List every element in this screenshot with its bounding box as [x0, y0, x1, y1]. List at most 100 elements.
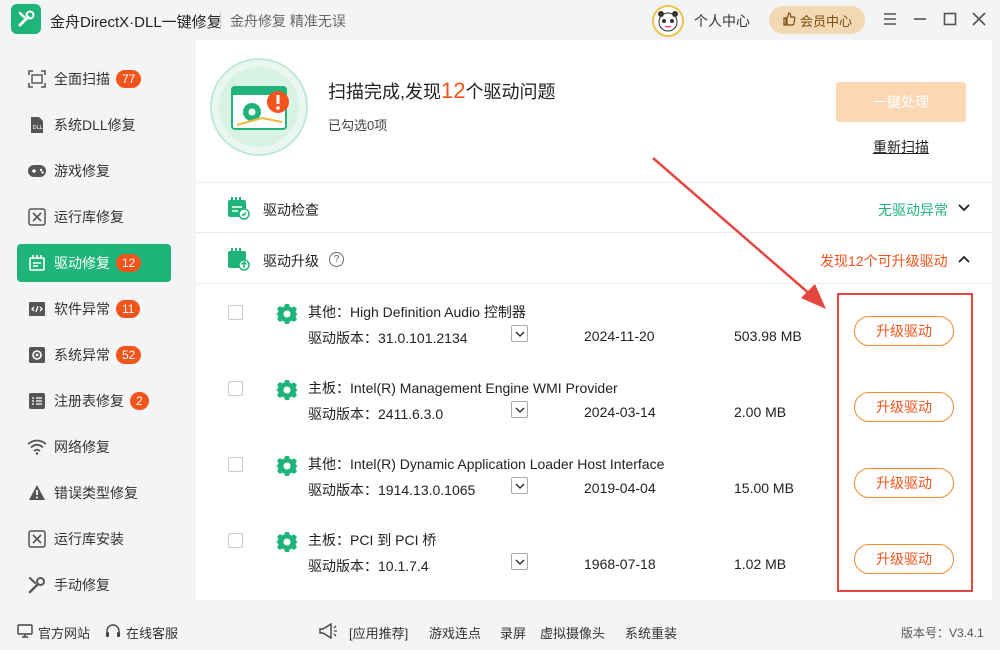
app-slogan: 金舟修复 精准无误: [230, 13, 346, 29]
scan-result-title: 扫描完成,发现12个驱动问题: [328, 78, 556, 104]
chevron-up-icon[interactable]: [957, 252, 971, 266]
online-support-link[interactable]: 在线客服: [105, 623, 178, 642]
user-avatar[interactable]: [652, 5, 684, 37]
sidebar-item-system-dll[interactable]: DLL 系统DLL修复: [17, 106, 171, 144]
vip-center-button[interactable]: 会员中心: [769, 6, 865, 34]
sidebar-item-software-error[interactable]: 软件异常 11: [17, 290, 171, 328]
driver-date: 1968-07-18: [584, 556, 656, 572]
footer-link-system-reinstall[interactable]: 系统重装: [625, 623, 677, 642]
scan-title-prefix: 扫描完成,发现: [328, 82, 442, 102]
maximize-icon[interactable]: [941, 10, 959, 28]
one-click-fix-button[interactable]: 一键处理: [836, 82, 966, 122]
sidebar-item-game-repair[interactable]: 游戏修复: [17, 152, 171, 190]
thumbs-up-icon: [782, 11, 796, 29]
title-divider: [220, 12, 221, 28]
personal-center-link[interactable]: 个人中心: [694, 11, 750, 31]
driver-gear-icon: [275, 455, 299, 477]
driver-gear-icon: [275, 379, 299, 401]
driver-name: 其他：Intel(R) Dynamic Application Loader H…: [308, 456, 665, 472]
count-badge: 52: [116, 346, 142, 364]
runtime-install-icon: [27, 529, 47, 549]
vip-center-label: 会员中心: [799, 13, 852, 29]
app-title: 金舟DirectX·DLL一键修复: [50, 14, 222, 31]
scan-summary: 扫描完成,发现12个驱动问题 已勾选0项 一键处理 重新扫描: [196, 40, 992, 183]
driver-upgrade-status: 发现12个可升级驱动: [820, 253, 948, 269]
driver-name: 主板：Intel(R) Management Engine WMI Provid…: [308, 380, 618, 396]
footer-link-virtual-camera[interactable]: 虚拟摄像头: [540, 623, 605, 642]
sidebar-item-label: 驱动修复: [54, 255, 110, 271]
help-icon[interactable]: ?: [329, 252, 344, 267]
sidebar-item-label: 软件异常: [54, 301, 110, 317]
sidebar-item-label: 运行库安装: [54, 531, 124, 547]
driver-icon: [27, 253, 47, 273]
driver-name: 主板：PCI 到 PCI 桥: [308, 532, 437, 548]
footer-link-screen-recorder[interactable]: 录屏: [500, 623, 526, 642]
runtime-icon: [27, 207, 47, 227]
version-dropdown[interactable]: [511, 325, 528, 342]
version-dropdown[interactable]: [511, 553, 528, 570]
sidebar-item-driver-repair[interactable]: 驱动修复 12: [17, 244, 171, 282]
official-website-link[interactable]: 官方网站: [17, 623, 90, 642]
driver-version: 驱动版本：31.0.101.2134: [308, 330, 468, 346]
sidebar-item-label: 全面扫描: [54, 71, 110, 87]
scan-title-suffix: 个驱动问题: [465, 82, 556, 102]
driver-size: 1.02 MB: [734, 556, 787, 572]
sidebar-item-full-scan[interactable]: 全面扫描 77: [17, 60, 171, 98]
driver-date: 2024-03-14: [584, 404, 656, 420]
app-recommend-label: [应用推荐]: [349, 626, 409, 641]
headset-icon: [105, 623, 121, 642]
sidebar-item-system-error[interactable]: 系统异常 52: [17, 336, 171, 374]
footer-link-auto-clicker[interactable]: 游戏连点: [429, 623, 481, 642]
driver-gear-icon: [275, 303, 299, 325]
driver-checkbox[interactable]: [228, 533, 243, 548]
driver-gear-icon: [275, 531, 299, 553]
online-support-label: 在线客服: [126, 626, 179, 641]
count-badge: 2: [130, 392, 149, 410]
issue-count: 12: [441, 78, 466, 103]
driver-upgrade-section[interactable]: 驱动升级 ? 发现12个可升级驱动: [196, 234, 992, 284]
driver-date: 2019-04-04: [584, 480, 656, 496]
app-version: 版本号：V3.4.1: [901, 626, 984, 640]
sidebar-item-network-repair[interactable]: 网络修复: [17, 428, 171, 466]
sidebar-item-error-type-repair[interactable]: 错误类型修复: [17, 474, 171, 512]
sidebar: 全面扫描 77 DLL 系统DLL修复 游戏修复 运行库修复 驱动修复 12 软…: [0, 40, 186, 610]
rescan-link[interactable]: 重新扫描: [873, 137, 929, 157]
sidebar-item-runtime-repair[interactable]: 运行库修复: [17, 198, 171, 236]
dll-icon: DLL: [27, 115, 47, 135]
registry-icon: [27, 391, 47, 411]
driver-check-section[interactable]: 驱动检查 无驱动异常: [196, 183, 992, 233]
sidebar-item-label: 运行库修复: [54, 209, 124, 225]
driver-version: 驱动版本：1914.13.0.1065: [308, 482, 476, 498]
title-bar: 金舟DirectX·DLL一键修复 金舟修复 精准无误 个人中心 会员中心: [0, 0, 1000, 40]
scan-icon: [27, 69, 47, 89]
footer-bar: 官方网站 在线客服 [应用推荐] 游戏连点 录屏 虚拟摄像头 系统重装 版本号：…: [0, 610, 1000, 650]
driver-size: 503.98 MB: [734, 328, 802, 344]
driver-checkbox[interactable]: [228, 381, 243, 396]
highlight-box: [837, 293, 973, 592]
sidebar-item-runtime-install[interactable]: 运行库安装: [17, 520, 171, 558]
count-badge: 11: [116, 300, 141, 318]
sidebar-item-label: 手动修复: [54, 577, 110, 593]
version-dropdown[interactable]: [511, 401, 528, 418]
menu-icon[interactable]: [881, 10, 899, 28]
close-icon[interactable]: [970, 10, 988, 28]
monitor-icon: [17, 624, 33, 641]
driver-checkbox[interactable]: [228, 457, 243, 472]
app-logo-icon: [11, 4, 41, 34]
sidebar-item-label: 系统DLL修复: [54, 117, 136, 133]
wrench-icon: [27, 575, 47, 595]
driver-checkbox[interactable]: [228, 305, 243, 320]
sidebar-item-registry-repair[interactable]: 注册表修复 2: [17, 382, 171, 420]
driver-check-icon: [226, 196, 250, 220]
chevron-down-icon[interactable]: [957, 201, 971, 215]
driver-size: 2.00 MB: [734, 404, 787, 420]
system-gear-icon: [27, 345, 47, 365]
sidebar-item-manual-repair[interactable]: 手动修复: [17, 566, 171, 604]
warning-icon: [27, 483, 47, 503]
version-dropdown[interactable]: [511, 477, 528, 494]
official-website-label: 官方网站: [38, 626, 91, 641]
minimize-icon[interactable]: [911, 10, 929, 28]
megaphone-icon: [318, 623, 338, 639]
sidebar-item-label: 网络修复: [54, 439, 110, 455]
driver-date: 2024-11-20: [584, 328, 655, 344]
